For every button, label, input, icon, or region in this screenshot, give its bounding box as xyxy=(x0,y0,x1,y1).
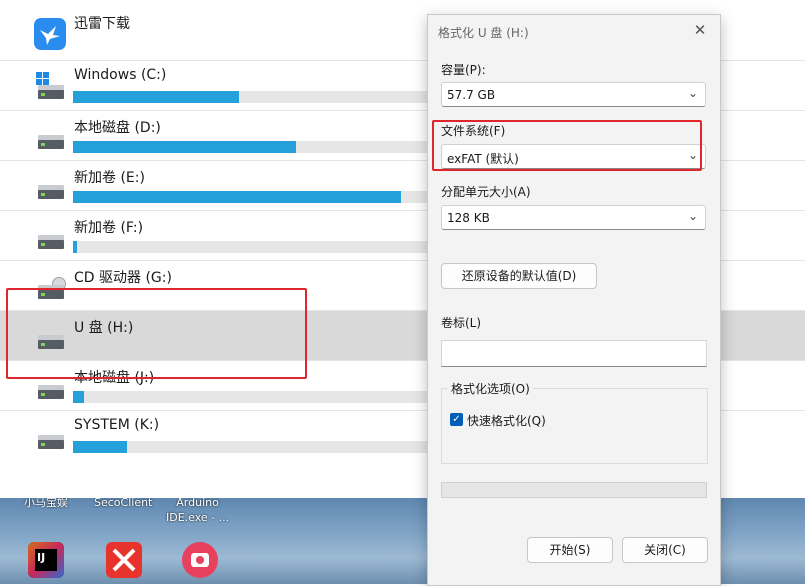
cd-drive-icon xyxy=(34,272,66,304)
filesystem-label: 文件系统(F) xyxy=(441,124,506,138)
chevron-down-icon: ⌄ xyxy=(687,148,698,162)
volume-label-label: 卷标(L) xyxy=(441,316,482,330)
dialog-title: 格式化 U 盘 (H:) xyxy=(438,26,529,40)
chevron-down-icon: ⌄ xyxy=(687,209,698,223)
capacity-value: 57.7 GB xyxy=(447,88,496,102)
drive-label: 本地磁盘 (J:) xyxy=(74,370,155,386)
start-button[interactable]: 开始(S) xyxy=(527,537,613,563)
format-options-group: 格式化选项(O) ✓ 快速格式化(Q) xyxy=(441,380,708,464)
desktop-shortcut-label[interactable]: SecoClient xyxy=(94,498,152,510)
chevron-down-icon: ⌄ xyxy=(687,86,698,100)
usb-drive-icon xyxy=(34,322,66,354)
quick-format-label[interactable]: 快速格式化(Q) xyxy=(467,412,546,429)
quick-format-checkbox[interactable]: ✓ xyxy=(450,413,463,426)
drive-label: Windows (C:) xyxy=(74,67,167,83)
capacity-label: 容量(P): xyxy=(441,63,486,77)
idea-icon-text: IJ xyxy=(37,551,46,564)
volume-label-input[interactable] xyxy=(441,340,707,367)
filesystem-value: exFAT (默认) xyxy=(447,152,519,166)
thunder-bird-icon xyxy=(34,18,66,50)
allocation-label: 分配单元大小(A) xyxy=(441,185,531,199)
list-item-label: 迅雷下载 xyxy=(74,16,130,32)
allocation-value: 128 KB xyxy=(447,211,490,225)
drive-label: SYSTEM (K:) xyxy=(74,417,160,433)
drive-usage-bar xyxy=(73,91,433,103)
format-options-label: 格式化选项(O) xyxy=(448,380,533,397)
drive-label: CD 驱动器 (G:) xyxy=(74,270,172,286)
allocation-select[interactable]: 128 KB ⌄ xyxy=(441,205,706,230)
drive-icon xyxy=(34,172,66,204)
format-dialog: 格式化 U 盘 (H:) ✕ 容量(P): 57.7 GB ⌄ 文件系统(F) … xyxy=(427,14,721,586)
drive-usage-bar xyxy=(73,191,433,203)
drive-label: 新加卷 (E:) xyxy=(74,170,145,186)
drive-label: U 盘 (H:) xyxy=(74,320,134,336)
drive-usage-bar xyxy=(73,241,433,253)
drive-icon xyxy=(34,372,66,404)
xmind-icon[interactable] xyxy=(106,542,142,578)
drive-usage-bar xyxy=(73,441,433,453)
windows-drive-icon xyxy=(34,72,66,104)
drive-usage-bar xyxy=(73,141,433,153)
capacity-select[interactable]: 57.7 GB ⌄ xyxy=(441,82,706,107)
intellij-idea-icon[interactable]: IJ xyxy=(28,542,64,578)
filesystem-select[interactable]: exFAT (默认) ⌄ xyxy=(441,144,706,169)
drive-label: 本地磁盘 (D:) xyxy=(74,120,161,136)
drive-usage-bar xyxy=(73,391,433,403)
close-button[interactable]: 关闭(C) xyxy=(622,537,708,563)
drive-icon xyxy=(34,222,66,254)
desktop-shortcut-label[interactable]: 小马宝娱 xyxy=(24,498,68,510)
close-icon[interactable]: ✕ xyxy=(690,20,710,40)
camera-app-icon[interactable] xyxy=(182,542,218,578)
restore-defaults-button[interactable]: 还原设备的默认值(D) xyxy=(441,263,597,289)
drive-icon xyxy=(34,122,66,154)
format-progress-bar xyxy=(441,482,707,498)
drive-label: 新加卷 (F:) xyxy=(74,220,144,236)
drive-icon xyxy=(34,422,66,454)
desktop-shortcut-label[interactable]: Arduino IDE.exe - ... xyxy=(166,498,229,525)
